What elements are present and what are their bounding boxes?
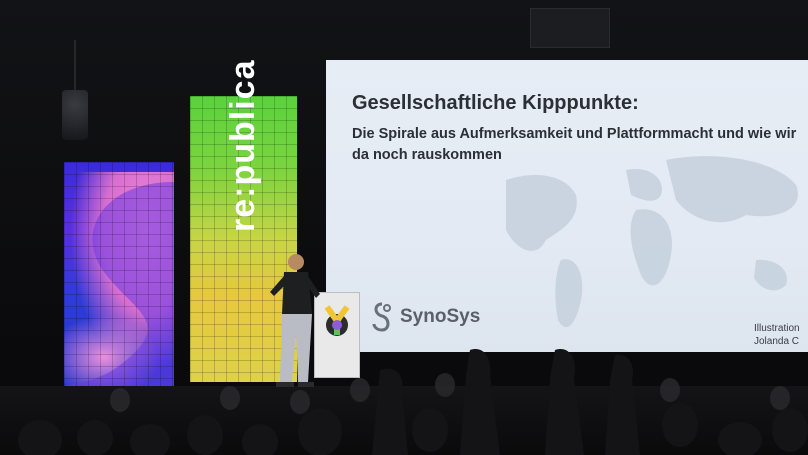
projection-screen: Gesellschaftliche Kipppunkte: Die Spiral… <box>326 60 808 352</box>
world-map-background <box>506 156 798 328</box>
slide-title: Gesellschaftliche Kipppunkte: <box>352 92 639 114</box>
synosys-logo: SynoSys <box>370 302 480 332</box>
synosys-logo-icon <box>372 302 391 332</box>
synosys-logo-text: SynoSys <box>400 306 481 327</box>
republica-brand-text: re:publica <box>224 59 262 232</box>
spotlight <box>62 90 88 140</box>
spotlight-cable <box>74 40 76 92</box>
audience-silhouettes <box>18 349 808 455</box>
stage-truss <box>530 8 610 48</box>
slide-subtitle: Die Spirale aus Aufmerksamkeit und Platt… <box>352 126 797 163</box>
